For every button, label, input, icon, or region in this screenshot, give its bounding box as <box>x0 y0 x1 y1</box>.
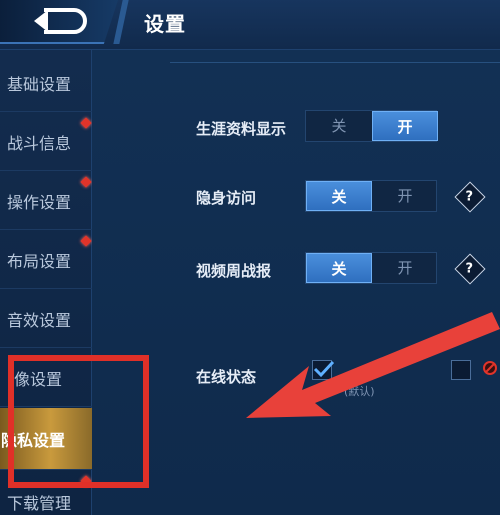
back-button[interactable] <box>0 0 118 44</box>
sidebar-item-basic[interactable]: 基础设置 <box>0 54 92 112</box>
sidebar-item-label: 下载管理 <box>7 494 72 513</box>
sidebar-item-label: 基础设置 <box>7 75 72 94</box>
weekly-report-toggle: 关 开 <box>305 252 437 284</box>
notification-dot-icon <box>80 176 92 188</box>
weekly-report-label: 视频周战报 <box>196 262 272 280</box>
privacy-settings-panel <box>92 50 500 515</box>
help-question-mark: ? <box>465 261 474 277</box>
sidebar-item-layout[interactable]: 布局设置 <box>0 231 92 289</box>
weekly-off-option[interactable]: 关 <box>306 253 372 283</box>
checkmark-icon <box>313 360 335 378</box>
notification-dot-icon <box>80 117 92 129</box>
sidebar-item-label: 音效设置 <box>7 311 72 330</box>
panel-divider <box>170 62 500 63</box>
sidebar-item-label: 操作设置 <box>7 193 72 212</box>
sidebar-item-label: 战斗信息 <box>7 134 72 153</box>
online-default-checkbox[interactable] <box>312 360 335 380</box>
career-display-toggle: 关 开 <box>305 110 438 142</box>
online-hidden-checkbox[interactable] <box>451 360 471 380</box>
career-off-option[interactable]: 关 <box>306 111 372 141</box>
invisible-off-option[interactable]: 关 <box>306 181 372 211</box>
invisible-visit-label: 隐身访问 <box>196 189 257 207</box>
back-arrow-icon <box>34 8 87 34</box>
weekly-on-option[interactable]: 开 <box>372 253 438 283</box>
invisible-on-option[interactable]: 开 <box>372 181 438 211</box>
sidebar-item-battle-info[interactable]: 战斗信息 <box>0 113 92 171</box>
annotation-highlight-box <box>8 355 149 488</box>
career-display-label: 生涯资料显示 <box>196 120 287 138</box>
page-title: 设置 <box>144 12 186 36</box>
notification-dot-icon <box>80 235 92 247</box>
online-default-hint: (默认) <box>344 385 375 398</box>
career-on-option[interactable]: 开 <box>372 111 438 141</box>
online-status-label: 在线状态 <box>196 368 257 386</box>
ban-icon <box>483 361 497 375</box>
top-bar: 设置 <box>0 0 500 50</box>
sidebar-item-label: 布局设置 <box>7 252 72 271</box>
invisible-visit-toggle: 关 开 <box>305 180 437 212</box>
sidebar-item-controls[interactable]: 操作设置 <box>0 172 92 230</box>
help-question-mark: ? <box>465 189 474 205</box>
sidebar-item-sound[interactable]: 音效设置 <box>0 290 92 348</box>
